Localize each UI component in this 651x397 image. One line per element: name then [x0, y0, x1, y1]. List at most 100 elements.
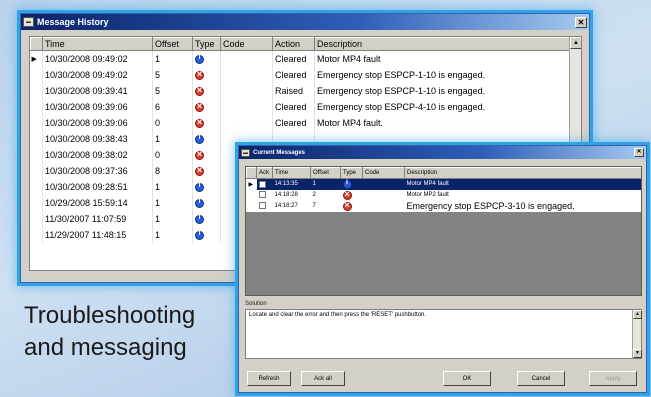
cell-offset: 1: [152, 130, 193, 147]
row-pointer: [247, 201, 257, 212]
cell-offset: 1: [152, 226, 193, 243]
caption-line-2: and messaging: [24, 334, 187, 361]
solution-scrollbar[interactable]: ▲ ▼: [632, 310, 642, 358]
scroll-up-icon[interactable]: ▲: [633, 310, 642, 319]
current-messages-titlebar[interactable]: ▬ Current Messages ✕: [239, 146, 646, 159]
row-pointer-header: [246, 167, 257, 179]
row-pointer: [30, 162, 43, 179]
cell-type: [192, 162, 221, 179]
row-pointer: [30, 130, 43, 147]
cell-offset: 6: [152, 98, 193, 115]
table-row[interactable]: 14:18:27 7 Emergency stop ESPCP-3-10 is en…: [247, 200, 642, 212]
column-header-type[interactable]: Type: [340, 167, 363, 179]
cell-time: 10/30/2008 09:39:06: [42, 98, 153, 115]
cell-time: 10/30/2008 09:28:51: [42, 178, 153, 195]
cell-offset: 5: [152, 66, 193, 83]
cell-ack: [257, 190, 273, 201]
column-header-description[interactable]: Description: [314, 37, 570, 51]
ack-checkbox[interactable]: [258, 180, 266, 188]
cell-offset: 1: [310, 178, 341, 190]
cell-code: [220, 114, 273, 131]
row-pointer-icon: ▶: [246, 178, 257, 190]
cell-type: [192, 66, 221, 83]
info-icon: [195, 230, 204, 240]
cell-type: [192, 82, 221, 99]
cancel-button[interactable]: Cancel: [517, 371, 565, 386]
ack-checkbox[interactable]: [258, 191, 266, 199]
cell-offset: 5: [152, 82, 193, 99]
cell-description: Motor MP2 fault: [406, 192, 449, 198]
cell-code: [220, 66, 273, 83]
column-header-time[interactable]: Time: [272, 167, 311, 179]
info-icon: [195, 54, 204, 64]
row-pointer: [30, 178, 43, 195]
cell-time: 10/30/2008 09:39:06: [42, 114, 153, 131]
column-header-action[interactable]: Action: [272, 37, 315, 51]
close-icon[interactable]: ✕: [575, 16, 587, 28]
message-history-titlebar[interactable]: ▬ Message History ✕: [21, 14, 589, 30]
cell-code: [220, 98, 273, 115]
info-icon: [195, 214, 204, 224]
info-icon: [195, 182, 204, 192]
row-pointer: [247, 190, 257, 201]
error-icon: [195, 117, 204, 128]
table-row[interactable]: 14:18:28 2 Motor MP2 fault: [247, 189, 642, 201]
cell-type: [192, 114, 221, 131]
ok-button[interactable]: OK: [443, 371, 491, 386]
cell-type: [192, 50, 221, 67]
table-row[interactable]: ▶10/30/2008 09:49:021 ClearedMotor MP4 fa…: [30, 50, 570, 67]
cell-type: [192, 178, 221, 195]
cell-description: Emergency stop ESPCP-1-10 is engaged.: [314, 82, 570, 99]
cell-time: 10/30/2008 09:38:02: [42, 146, 153, 163]
cell-action: Cleared: [272, 114, 315, 131]
column-header-offset[interactable]: Offset: [310, 167, 341, 179]
column-header-offset[interactable]: Offset: [152, 37, 193, 51]
table-row[interactable]: 10/30/2008 09:39:066 ClearedEmergency sto…: [30, 98, 570, 115]
info-icon: [195, 198, 204, 208]
current-messages-grid[interactable]: Ack Time Offset Type Code Description ▶ 1…: [245, 166, 642, 296]
current-messages-title: Current Messages: [253, 149, 306, 156]
close-icon[interactable]: ✕: [634, 148, 644, 157]
cell-offset: 2: [312, 192, 316, 198]
cell-action: Cleared: [272, 66, 315, 83]
table-row[interactable]: 10/30/2008 09:49:025 ClearedEmergency sto…: [30, 66, 570, 83]
row-pointer: [30, 226, 43, 243]
table-row[interactable]: ▶ 14:13:351 Motor MP4 fault: [246, 178, 641, 190]
column-header-description[interactable]: Description: [404, 167, 641, 179]
cell-type: [192, 194, 221, 211]
column-header-code[interactable]: Code: [362, 167, 405, 179]
scroll-up-icon[interactable]: ▲: [570, 37, 581, 49]
solution-label: Solution: [245, 301, 267, 307]
column-header-ack[interactable]: Ack: [256, 167, 273, 179]
ack-checkbox[interactable]: [258, 202, 266, 210]
cell-action: Cleared: [272, 50, 315, 67]
row-pointer-icon: ▶: [30, 50, 43, 67]
caption-line-1: Troubleshooting: [24, 302, 196, 329]
cell-offset: 1: [152, 210, 193, 227]
cell-action: Raised: [272, 82, 315, 99]
cell-time: 10/30/2008 09:49:02: [42, 50, 153, 67]
cell-offset: 0: [152, 114, 193, 131]
refresh-button[interactable]: Refresh: [247, 371, 291, 386]
cell-time: 14:18:28: [274, 192, 298, 198]
error-icon: [195, 69, 204, 80]
cell-description: Motor MP4 fault: [314, 50, 570, 67]
column-header-code[interactable]: Code: [220, 37, 273, 51]
column-header-type[interactable]: Type: [192, 37, 221, 51]
solution-textbox[interactable]: Locate and clear the error and then pres…: [245, 309, 642, 359]
cell-code: [220, 82, 273, 99]
cell-time: 10/30/2008 09:49:02: [42, 66, 153, 83]
cell-description: Emergency stop ESPCP-4-10 is engaged.: [314, 98, 570, 115]
cell-code: [362, 178, 405, 190]
cell-type: [192, 226, 221, 243]
info-icon: [342, 179, 352, 189]
scroll-down-icon[interactable]: ▼: [633, 349, 642, 358]
cell-description: Motor MP4 fault: [404, 178, 641, 190]
table-row[interactable]: 10/30/2008 09:39:060 ClearedMotor MP4 fau…: [30, 114, 570, 131]
table-row[interactable]: 10/30/2008 09:39:415 RaisedEmergency stop…: [30, 82, 570, 99]
row-pointer: [30, 98, 43, 115]
ack-all-button[interactable]: Ack all: [301, 371, 345, 386]
cell-action: Cleared: [272, 98, 315, 115]
column-header-time[interactable]: Time: [42, 37, 153, 51]
cell-code: [363, 190, 405, 201]
